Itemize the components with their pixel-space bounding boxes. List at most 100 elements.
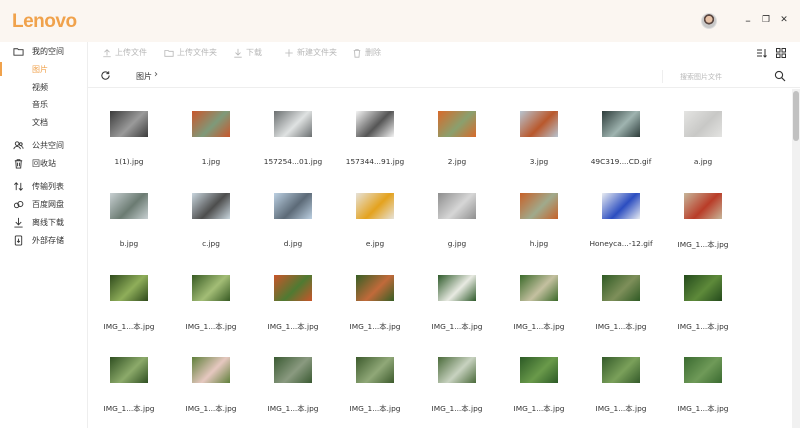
file-tile[interactable]: IMG_1...本.jpg [580, 255, 662, 337]
sidebar-item-music[interactable]: 音乐 [0, 95, 88, 113]
file-tile[interactable]: e.jpg [334, 173, 416, 255]
upload-file-button[interactable]: 上传文件 [102, 47, 147, 58]
search-input[interactable] [680, 70, 766, 83]
file-tile[interactable]: IMG_1...本.jpg [334, 255, 416, 337]
download-icon [234, 48, 242, 58]
vertical-scrollbar[interactable] [792, 89, 800, 428]
chevron-right-icon: › [154, 69, 158, 80]
image-thumbnail [602, 111, 640, 137]
file-tile[interactable]: IMG_1...本.jpg [498, 337, 580, 419]
file-tile[interactable]: IMG_1...本.jpg [662, 173, 744, 255]
file-tile[interactable]: IMG_1...本.jpg [416, 255, 498, 337]
sidebar-item-label: 传输列表 [32, 181, 64, 191]
file-tile[interactable]: IMG_1...本.jpg [662, 255, 744, 337]
file-name: IMG_1...本.jpg [349, 322, 401, 331]
file-name: IMG_1...本.jpg [513, 322, 565, 331]
upload-folder-button[interactable]: 上传文件夹 [164, 47, 217, 58]
file-name: IMG_1...本.jpg [349, 404, 401, 413]
image-thumbnail [356, 357, 394, 383]
sidebar-item-label: 我的空间 [32, 46, 64, 56]
folder-upload-icon [164, 49, 174, 57]
delete-label: 删除 [365, 48, 381, 57]
user-avatar[interactable] [701, 13, 717, 29]
file-tile[interactable]: IMG_1...本.jpg [252, 337, 334, 419]
file-tile[interactable]: IMG_1...本.jpg [252, 255, 334, 337]
file-tile[interactable]: a.jpg [662, 91, 744, 173]
image-thumbnail [356, 111, 394, 137]
sidebar-item-public-space[interactable]: 公共空间 [0, 136, 88, 154]
file-tile[interactable]: Honeyca...-12.gif [580, 173, 662, 255]
sidebar-item-my-space[interactable]: 我的空间 [0, 42, 88, 60]
image-thumbnail [274, 275, 312, 301]
new-folder-button[interactable]: 新建文件夹 [284, 47, 337, 58]
breadcrumb[interactable]: 图片 [136, 71, 152, 82]
sidebar-item-pictures[interactable]: 图片 [0, 60, 88, 78]
sidebar-item-label: 百度网盘 [32, 199, 64, 209]
file-tile[interactable]: IMG_1...本.jpg [88, 337, 170, 419]
file-tile[interactable]: IMG_1...本.jpg [88, 255, 170, 337]
transfer-icon [14, 181, 23, 191]
minimize-button[interactable]: – [741, 13, 755, 27]
sidebar-item-documents[interactable]: 文档 [0, 113, 88, 131]
image-thumbnail [602, 275, 640, 301]
file-grid: 1(1).jpg 1.jpg 157254...01.jpg 157344...91.… [88, 89, 792, 428]
file-name: IMG_1...本.jpg [185, 322, 237, 331]
sidebar-item-transfer-list[interactable]: 传输列表 [0, 177, 88, 195]
new-folder-label: 新建文件夹 [297, 48, 337, 57]
file-tile[interactable]: h.jpg [498, 173, 580, 255]
grid-view-icon[interactable] [775, 47, 787, 59]
file-name: IMG_1...本.jpg [677, 404, 729, 413]
file-name: IMG_1...本.jpg [267, 322, 319, 331]
sidebar-item-label: 图片 [32, 64, 48, 74]
file-tile[interactable]: 3.jpg [498, 91, 580, 173]
image-thumbnail [520, 357, 558, 383]
file-tile[interactable]: 157254...01.jpg [252, 91, 334, 173]
file-name: 157344...91.jpg [345, 157, 405, 166]
sidebar-item-recycle-bin[interactable]: 回收站 [0, 154, 88, 172]
scrollbar-thumb[interactable] [793, 91, 799, 141]
file-name: IMG_1...本.jpg [431, 322, 483, 331]
file-tile[interactable]: 1(1).jpg [88, 91, 170, 173]
upload-icon [103, 48, 111, 57]
users-icon [13, 140, 24, 149]
file-tile[interactable]: IMG_1...本.jpg [170, 255, 252, 337]
sidebar-item-baidu-netdisk[interactable]: 百度网盘 [0, 195, 88, 213]
file-tile[interactable]: c.jpg [170, 173, 252, 255]
file-tile[interactable]: 49C319....CD.gif [580, 91, 662, 173]
file-name: IMG_1...本.jpg [595, 322, 647, 331]
close-button[interactable]: ✕ [777, 13, 791, 27]
search-icon[interactable] [774, 70, 786, 82]
file-tile[interactable]: IMG_1...本.jpg [662, 337, 744, 419]
download-button[interactable]: 下载 [233, 47, 262, 58]
sidebar-item-label: 公共空间 [32, 140, 64, 150]
image-thumbnail [602, 357, 640, 383]
sidebar: 我的空间 图片 视频 音乐 文档 公共空间 回收站 传输列表 百度网盘 离线下载… [0, 42, 88, 428]
refresh-icon[interactable] [100, 70, 111, 81]
file-tile[interactable]: IMG_1...本.jpg [170, 337, 252, 419]
file-tile[interactable]: 157344...91.jpg [334, 91, 416, 173]
file-tile[interactable]: IMG_1...本.jpg [416, 337, 498, 419]
sidebar-item-external-storage[interactable]: 外部存储 [0, 231, 88, 249]
download-label: 下载 [246, 48, 262, 57]
file-tile[interactable]: IMG_1...本.jpg [334, 337, 416, 419]
file-tile[interactable]: 2.jpg [416, 91, 498, 173]
path-bar: 图片 › [88, 64, 800, 88]
file-name: IMG_1...本.jpg [103, 322, 155, 331]
file-tile[interactable]: IMG_1...本.jpg [580, 337, 662, 419]
file-tile[interactable]: d.jpg [252, 173, 334, 255]
sidebar-item-offline-download[interactable]: 离线下载 [0, 213, 88, 231]
sidebar-item-label: 视频 [32, 82, 48, 92]
image-thumbnail [274, 111, 312, 137]
title-bar: Lenovo – ❐ ✕ [0, 0, 800, 42]
file-tile[interactable]: IMG_1...本.jpg [498, 255, 580, 337]
minimize-icon: – [745, 13, 751, 27]
image-thumbnail [110, 357, 148, 383]
sidebar-item-videos[interactable]: 视频 [0, 78, 88, 96]
sort-icon[interactable] [756, 47, 768, 59]
delete-button[interactable]: 删除 [352, 47, 381, 58]
file-tile[interactable]: 1.jpg [170, 91, 252, 173]
restore-button[interactable]: ❐ [759, 13, 773, 27]
file-tile[interactable]: b.jpg [88, 173, 170, 255]
upload-file-label: 上传文件 [115, 48, 147, 57]
file-tile[interactable]: g.jpg [416, 173, 498, 255]
